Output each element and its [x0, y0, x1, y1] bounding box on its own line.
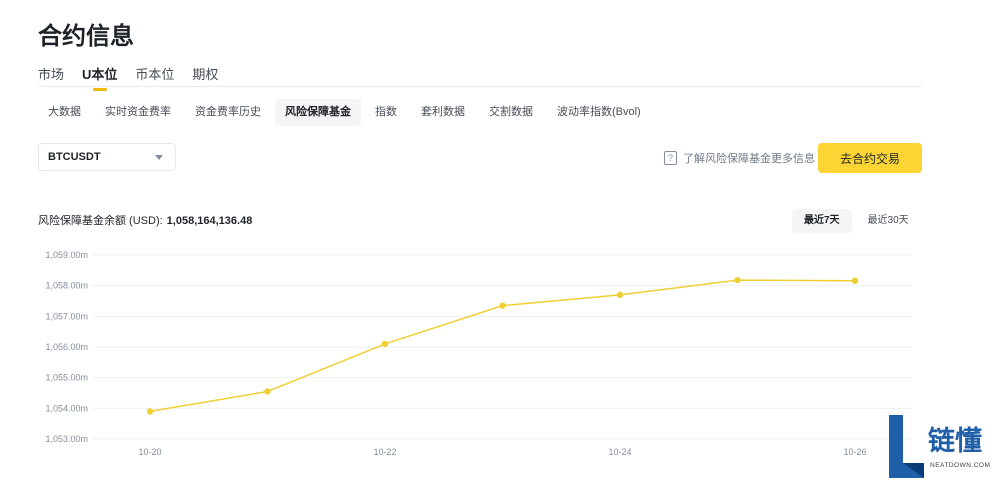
- period-toggle: 最近7天 最近30天: [792, 209, 921, 233]
- subtab-arbitrage-data[interactable]: 套利数据: [411, 99, 475, 126]
- go-trade-button[interactable]: 去合约交易: [818, 143, 922, 173]
- learn-more-link[interactable]: ? 了解风险保障基金更多信息: [664, 150, 815, 166]
- tabs-divider: [38, 86, 922, 87]
- fund-balance-label: 风险保障基金余额 (USD):: [38, 215, 163, 227]
- x-tick-label: 10-26: [843, 447, 866, 457]
- y-tick-label: 1,053.00m: [45, 434, 88, 444]
- series-line: [149, 279, 856, 413]
- y-tick-label: 1,059.00m: [45, 250, 88, 260]
- subtab-big-data[interactable]: 大数据: [38, 99, 91, 126]
- subtab-insurance-fund[interactable]: 风险保障基金: [275, 99, 361, 126]
- y-tick-label: 1,055.00m: [45, 373, 88, 383]
- subtab-volatility-index[interactable]: 波动率指数(Bvol): [547, 99, 651, 126]
- question-icon: ?: [664, 151, 677, 165]
- subtab-index[interactable]: 指数: [365, 99, 407, 126]
- subtab-delivery-data[interactable]: 交割数据: [479, 99, 543, 126]
- subtab-realtime-funding-rate[interactable]: 实时资金费率: [95, 99, 181, 126]
- y-tick-label: 1,056.00m: [45, 342, 88, 352]
- chevron-down-icon: [155, 155, 163, 160]
- sub-tabs: 大数据 实时资金费率 资金费率历史 风险保障基金 指数 套利数据 交割数据 波动…: [38, 99, 651, 126]
- watermark-url: NEATDOWN.COM: [930, 462, 990, 469]
- symbol-select[interactable]: BTCUSDT: [38, 143, 176, 171]
- fund-balance-value: 1,058,164,136.48: [166, 215, 253, 227]
- x-tick-label: 10-22: [373, 447, 396, 457]
- data-point: [146, 408, 154, 415]
- y-tick-label: 1,058.00m: [45, 281, 88, 291]
- y-tick-label: 1,057.00m: [45, 311, 88, 321]
- x-tick-label: 10-24: [608, 447, 631, 457]
- learn-more-label: 了解风险保障基金更多信息: [683, 153, 815, 165]
- page-title: 合约信息: [38, 23, 134, 50]
- watermark-logo: 链懂 NEATDOWN.COM: [889, 415, 990, 478]
- insurance-fund-chart: 1,053.00m 1,054.00m 1,055.00m 1,056.00m 1,05…: [45, 250, 912, 457]
- data-point: [851, 277, 859, 284]
- fund-balance: 风险保障基金余额 (USD): 1,058,164,136.48: [38, 212, 252, 228]
- watermark-name: 链懂: [928, 425, 982, 456]
- period-30d-button[interactable]: 最近30天: [856, 209, 921, 233]
- x-tick-label: 10-20: [138, 447, 161, 457]
- data-point: [734, 276, 741, 284]
- subtab-funding-rate-history[interactable]: 资金费率历史: [185, 99, 271, 126]
- data-point: [499, 302, 506, 309]
- y-tick-label: 1,054.00m: [45, 403, 88, 413]
- symbol-select-value: BTCUSDT: [48, 151, 101, 163]
- data-point: [264, 388, 271, 395]
- data-point: [616, 291, 624, 299]
- data-point: [381, 340, 389, 348]
- period-7d-button[interactable]: 最近7天: [792, 209, 852, 233]
